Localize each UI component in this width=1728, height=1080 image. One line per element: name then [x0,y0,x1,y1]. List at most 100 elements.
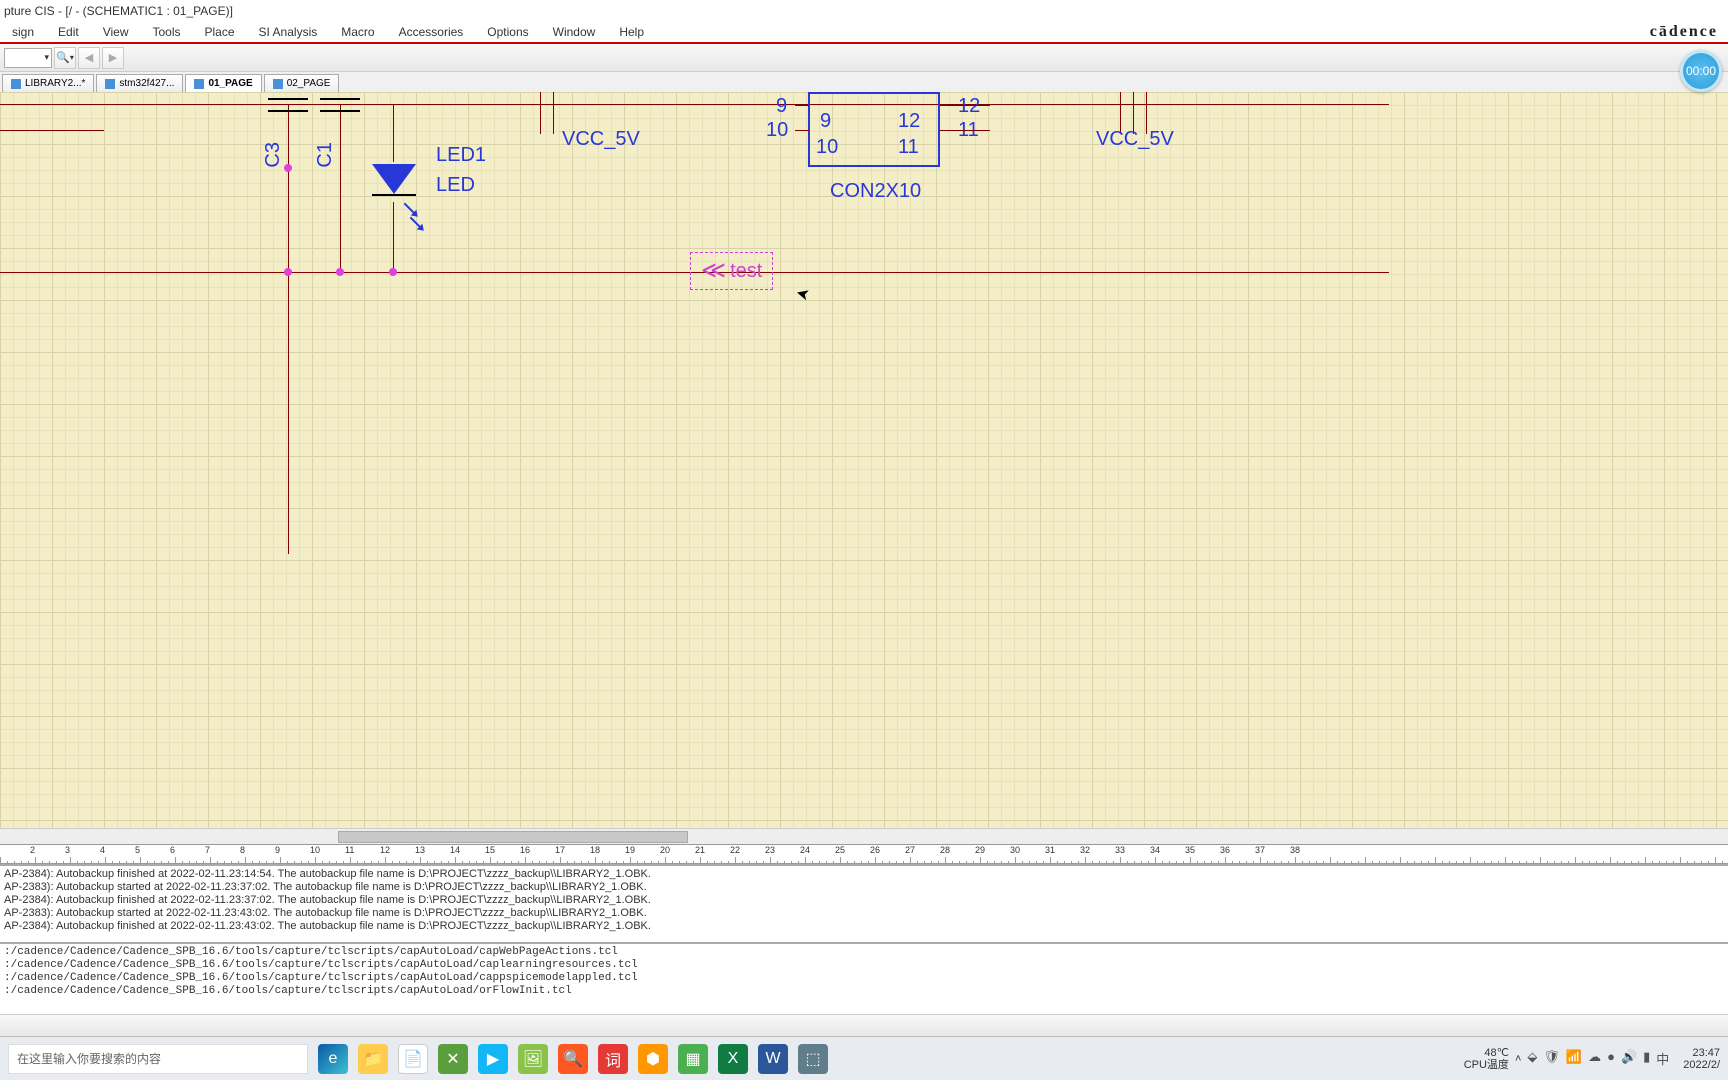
tcl-line: :/cadence/Cadence/Cadence_SPB_16.6/tools… [4,959,1724,972]
log-line: AP-2384): Autobackup finished at 2022-02… [4,894,1724,907]
wire [393,202,394,272]
tcl-line: :/cadence/Cadence/Cadence_SPB_16.6/tools… [4,946,1724,959]
log-line: AP-2383): Autobackup started at 2022-02-… [4,881,1724,894]
explorer-icon[interactable]: 📁 [358,1044,388,1074]
tab-library2[interactable]: LIBRARY2...* [2,74,94,92]
ruler-tick: 11 [345,845,354,855]
value-con2x10[interactable]: CON2X10 [830,180,921,203]
app-icon[interactable]: 词 [598,1044,628,1074]
pin-number: 10 [816,136,838,159]
tcl-console[interactable]: :/cadence/Cadence/Cadence_SPB_16.6/tools… [0,942,1728,1014]
menu-help[interactable]: Help [607,22,656,42]
log-line: AP-2384): Autobackup finished at 2022-02… [4,920,1724,933]
clock-time: 23:47 [1683,1047,1720,1059]
menu-view[interactable]: View [91,22,141,42]
wire [393,104,394,162]
tray-icon[interactable]: 🛡 [1543,1049,1560,1068]
tray-icon[interactable]: ● [1607,1049,1615,1068]
ruler-tick: 14 [450,845,460,855]
schematic-canvas[interactable]: 9 10 9 10 12 11 12 11 C3 C1 LED1 LED VCC… [0,92,1728,844]
refdes-c1[interactable]: C1 [314,142,337,168]
tray-icon[interactable]: ⬙ [1527,1049,1537,1068]
value-led[interactable]: LED [436,174,475,197]
find-button[interactable]: 🔍▾ [54,47,76,69]
edge-icon[interactable]: e [318,1044,348,1074]
ruler-tick: 27 [905,845,915,855]
junction [336,268,344,276]
ruler-tick: 6 [170,845,175,855]
menu-si-analysis[interactable]: SI Analysis [247,22,330,42]
chevron-up-icon[interactable]: ˄ [1515,1053,1521,1065]
menu-macro[interactable]: Macro [329,22,386,42]
tray-icons[interactable]: ⬙ 🛡 📶 ☁ ● 🔊 ▮ 中 [1527,1049,1669,1068]
nav-forward-button[interactable]: ▶ [102,47,124,69]
tcl-line: :/cadence/Cadence/Cadence_SPB_16.6/tools… [4,972,1724,985]
ruler-tick: 17 [555,845,565,855]
capacitor-plate [268,98,308,100]
led-symbol[interactable] [372,164,416,194]
ruler-tick: 23 [765,845,775,855]
junction [284,164,292,172]
app-icon[interactable]: ✕ [438,1044,468,1074]
wire [0,104,1389,105]
offpage-connector-test[interactable]: test [690,252,773,290]
cpu-temp-label: CPU温度 [1464,1059,1509,1071]
app-icon[interactable]: 🖼 [518,1044,548,1074]
menu-window[interactable]: Window [541,22,608,42]
ime-icon[interactable]: 中 [1656,1049,1669,1068]
menu-design[interactable]: sign [0,22,46,42]
scrollbar-thumb[interactable] [338,831,688,843]
app-icon[interactable]: ⬢ [638,1044,668,1074]
taskbar-search[interactable]: 在这里输入你要搜索的内容 [8,1044,308,1074]
menu-place[interactable]: Place [193,22,247,42]
toolbar: 🔍▾ ◀ ▶ 00:00 [0,44,1728,72]
ruler-tick: 22 [730,845,740,855]
ruler-tick: 10 [310,845,320,855]
junction [284,268,292,276]
battery-icon[interactable]: ▮ [1643,1049,1650,1068]
net-vcc-5v-left[interactable]: VCC_5V [562,128,640,151]
wire [940,130,990,131]
app-icon[interactable]: ▦ [678,1044,708,1074]
schematic-content: 9 10 9 10 12 11 12 11 C3 C1 LED1 LED VCC… [0,92,1728,844]
app-icon[interactable]: ▶ [478,1044,508,1074]
volume-icon[interactable]: 🔊 [1621,1049,1637,1068]
notepad-icon[interactable]: 📄 [398,1044,428,1074]
wire [540,92,541,134]
system-tray[interactable]: 48℃ CPU温度 ˄ ⬙ 🛡 📶 ☁ ● 🔊 ▮ 中 23:47 2022/2… [1464,1047,1720,1071]
zoom-combo[interactable] [4,48,52,68]
wifi-icon[interactable]: 📶 [1566,1049,1582,1068]
app-icon[interactable]: ⬚ [798,1044,828,1074]
ruler-tick: 29 [975,845,985,855]
nav-back-button[interactable]: ◀ [78,47,100,69]
file-icon [11,79,21,89]
word-icon[interactable]: W [758,1044,788,1074]
menu-options[interactable]: Options [475,22,540,42]
file-icon [273,79,283,89]
ruler-tick: 18 [590,845,600,855]
excel-icon[interactable]: X [718,1044,748,1074]
ruler-tick: 4 [100,845,105,855]
tab-01-page[interactable]: 01_PAGE [185,74,261,92]
tab-stm32[interactable]: stm32f427... [96,74,183,92]
menu-tools[interactable]: Tools [141,22,193,42]
log-line: AP-2383): Autobackup started at 2022-02-… [4,907,1724,920]
ruler-tick: 31 [1045,845,1055,855]
tray-icon[interactable]: ☁ [1588,1049,1601,1068]
refdes-c3[interactable]: C3 [262,142,285,168]
tab-02-page[interactable]: 02_PAGE [264,74,340,92]
wire [340,104,341,272]
menu-edit[interactable]: Edit [46,22,91,42]
menu-accessories[interactable]: Accessories [387,22,476,42]
net-vcc-5v-right[interactable]: VCC_5V [1096,128,1174,151]
ruler-tick: 28 [940,845,950,855]
session-log[interactable]: AP-2384): Autobackup finished at 2022-02… [0,864,1728,942]
ruler-tick: 30 [1010,845,1020,855]
ruler-tick: 13 [415,845,425,855]
ruler-tick: 3 [65,845,70,855]
timer-badge[interactable]: 00:00 [1680,50,1722,92]
app-icon[interactable]: 🔍 [558,1044,588,1074]
refdes-led1[interactable]: LED1 [436,144,486,167]
horizontal-scrollbar[interactable] [0,828,1728,844]
pin-number: 10 [766,119,788,142]
